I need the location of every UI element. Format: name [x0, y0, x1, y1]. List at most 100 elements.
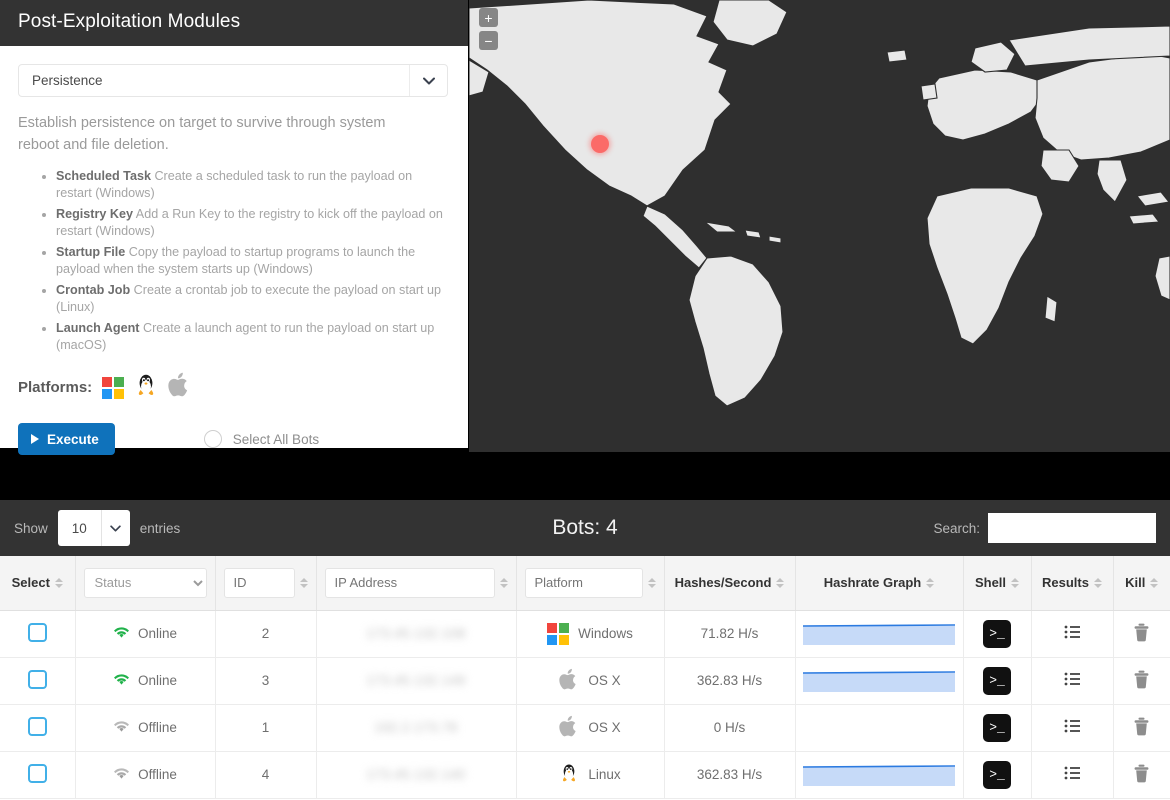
terminal-icon[interactable]: >_ [983, 713, 1011, 742]
radio-icon[interactable] [203, 430, 222, 449]
column-header-shell[interactable]: Shell [963, 556, 1032, 611]
cell-status: Online [75, 657, 216, 705]
show-entries-group: Show 10 entries [14, 510, 180, 546]
list-item: Scheduled Task Create a scheduled task t… [56, 168, 450, 202]
cell-ip-address: 173.45.132.140 [316, 751, 517, 799]
cell-platform: OS X [516, 704, 665, 752]
status-label: Offline [138, 767, 177, 782]
sort-icon[interactable] [776, 577, 785, 588]
world-map[interactable]: + − [469, 0, 1170, 452]
trash-icon[interactable] [1133, 670, 1150, 692]
cell-platform: Linux [516, 751, 665, 799]
execute-button[interactable]: Execute [18, 423, 115, 456]
chevron-down-icon[interactable] [102, 510, 130, 546]
platform-label: Windows [578, 626, 633, 641]
sort-icon[interactable] [499, 577, 508, 588]
cell-kill [1113, 610, 1170, 658]
status-filter-select[interactable]: Status [83, 567, 207, 598]
row-checkbox[interactable] [27, 763, 47, 783]
top-area: Post-Exploitation Modules Persistence Es… [0, 0, 1170, 500]
column-header-hashes-second[interactable]: Hashes/Second [664, 556, 796, 611]
terminal-icon[interactable]: >_ [983, 666, 1011, 695]
column-header-ip-address[interactable] [316, 556, 517, 611]
sort-icon[interactable] [1093, 577, 1102, 588]
sort-icon[interactable] [1011, 577, 1020, 588]
cell-kill [1113, 657, 1170, 705]
terminal-icon[interactable]: >_ [983, 619, 1011, 648]
sort-icon[interactable] [647, 577, 656, 588]
execute-button-label: Execute [47, 431, 99, 447]
platform-label: Linux [588, 767, 621, 782]
list-icon[interactable] [1064, 625, 1081, 642]
cell-select [0, 657, 76, 705]
apple-icon [559, 668, 579, 694]
cell-shell: >_ [963, 704, 1032, 752]
chevron-down-icon[interactable] [410, 65, 447, 96]
column-header-hashrate-graph-label: Hashrate Graph [823, 575, 922, 591]
list-icon[interactable] [1064, 719, 1081, 736]
column-header-select[interactable]: Select [0, 556, 76, 611]
list-item: Crontab Job Create a crontab job to exec… [56, 282, 450, 316]
trash-icon[interactable] [1133, 623, 1150, 645]
cell-shell: >_ [963, 610, 1032, 658]
module-description: Establish persistence on target to survi… [18, 115, 386, 154]
status-label: Online [137, 626, 178, 641]
column-header-status[interactable]: Status [75, 556, 216, 611]
ip-address-filter-input[interactable] [324, 567, 495, 598]
bot-id: 3 [261, 673, 270, 688]
cell-id: 3 [215, 657, 317, 705]
bot-id: 2 [261, 626, 270, 641]
select-all-bots-toggle[interactable]: Select All Bots [203, 430, 319, 449]
entries-label: entries [139, 520, 181, 536]
list-item: Registry Key Add a Run Key to the regist… [56, 206, 450, 240]
cell-platform: Windows [516, 610, 665, 658]
id-filter-input[interactable] [223, 567, 295, 598]
cell-ip-address: 173.45.132.108 [316, 610, 517, 658]
bot-location-marker[interactable] [591, 135, 609, 153]
list-icon[interactable] [1064, 672, 1081, 689]
column-header-hashrate-graph[interactable]: Hashrate Graph [795, 556, 964, 611]
column-header-results[interactable]: Results [1031, 556, 1114, 611]
trash-icon[interactable] [1133, 717, 1150, 739]
row-checkbox[interactable] [27, 716, 47, 736]
column-header-select-label: Select [11, 575, 50, 591]
cell-results [1031, 610, 1114, 658]
zoom-in-button[interactable]: + [479, 8, 498, 27]
cell-kill [1113, 704, 1170, 752]
search-label: Search: [933, 520, 980, 536]
bot-id: 1 [261, 720, 270, 735]
sort-icon[interactable] [1150, 577, 1159, 588]
cell-results [1031, 704, 1114, 752]
cell-platform: OS X [516, 657, 665, 705]
wifi-off-icon [113, 767, 130, 783]
platform-filter-input[interactable] [524, 567, 643, 598]
sort-icon[interactable] [926, 577, 935, 588]
row-checkbox[interactable] [27, 622, 47, 642]
column-header-id[interactable] [215, 556, 317, 611]
column-header-shell-label: Shell [974, 575, 1007, 591]
search-input[interactable] [988, 513, 1156, 543]
list-item-term: Scheduled Task [56, 169, 151, 184]
bots-table: Select Status ID IP Address Platform Has… [0, 556, 1170, 799]
list-icon[interactable] [1064, 766, 1081, 783]
row-checkbox[interactable] [27, 669, 47, 689]
sort-icon[interactable] [54, 577, 63, 588]
linux-icon [134, 372, 158, 403]
hashrate-sparkline [802, 623, 957, 645]
terminal-icon[interactable]: >_ [983, 760, 1011, 789]
cell-id: 4 [215, 751, 317, 799]
column-header-kill[interactable]: Kill [1113, 556, 1170, 611]
trash-icon[interactable] [1133, 764, 1150, 786]
table-header-row: Select Status ID IP Address Platform Has… [0, 556, 1170, 611]
sort-icon[interactable] [299, 577, 308, 588]
cell-id: 2 [215, 610, 317, 658]
column-header-hashes-label: Hashes/Second [674, 575, 772, 591]
module-select[interactable]: Persistence [18, 64, 448, 97]
entries-per-page-select[interactable]: 10 [57, 510, 130, 546]
cell-hashrate-graph [795, 751, 964, 799]
zoom-out-button[interactable]: − [479, 31, 498, 50]
column-header-platform[interactable] [516, 556, 665, 611]
entries-per-page-value: 10 [58, 510, 102, 546]
hashes-per-second: 362.83 H/s [696, 767, 763, 782]
bots-table-section: Show 10 entries Bots: 4 Search: Select S… [0, 500, 1170, 800]
